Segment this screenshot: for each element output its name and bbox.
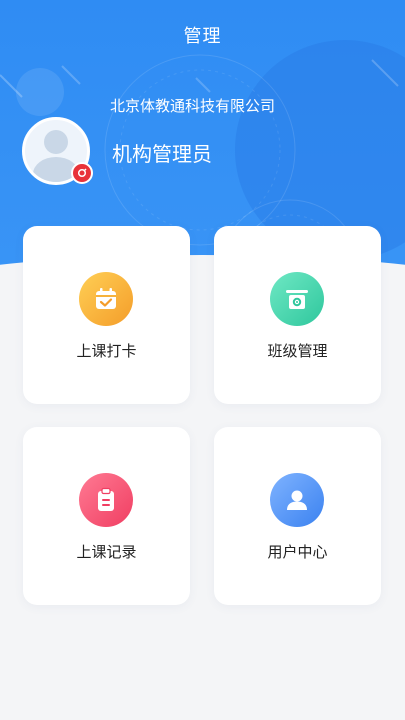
menu-label-user-center: 用户中心 xyxy=(267,543,328,561)
calendar-check-icon xyxy=(79,272,133,326)
class-board-icon xyxy=(270,272,324,326)
user-role: 机构管理员 xyxy=(112,142,212,166)
menu-card-class-management[interactable]: 班级管理 xyxy=(214,226,381,404)
edit-badge-icon[interactable] xyxy=(71,162,93,184)
company-name: 北京体教通科技有限公司 xyxy=(110,97,276,115)
menu-card-class-records[interactable]: 上课记录 xyxy=(23,427,190,605)
menu-label-class-records: 上课记录 xyxy=(76,543,137,561)
menu-label-checkin: 上课打卡 xyxy=(76,342,137,360)
menu-card-user-center[interactable]: 用户中心 xyxy=(214,427,381,605)
avatar-head xyxy=(44,130,68,154)
menu-card-checkin[interactable]: 上课打卡 xyxy=(23,226,190,404)
clipboard-icon xyxy=(79,473,133,527)
page-title: 管理 xyxy=(183,26,222,47)
menu-label-class-management: 班级管理 xyxy=(267,342,328,360)
user-icon xyxy=(270,473,324,527)
